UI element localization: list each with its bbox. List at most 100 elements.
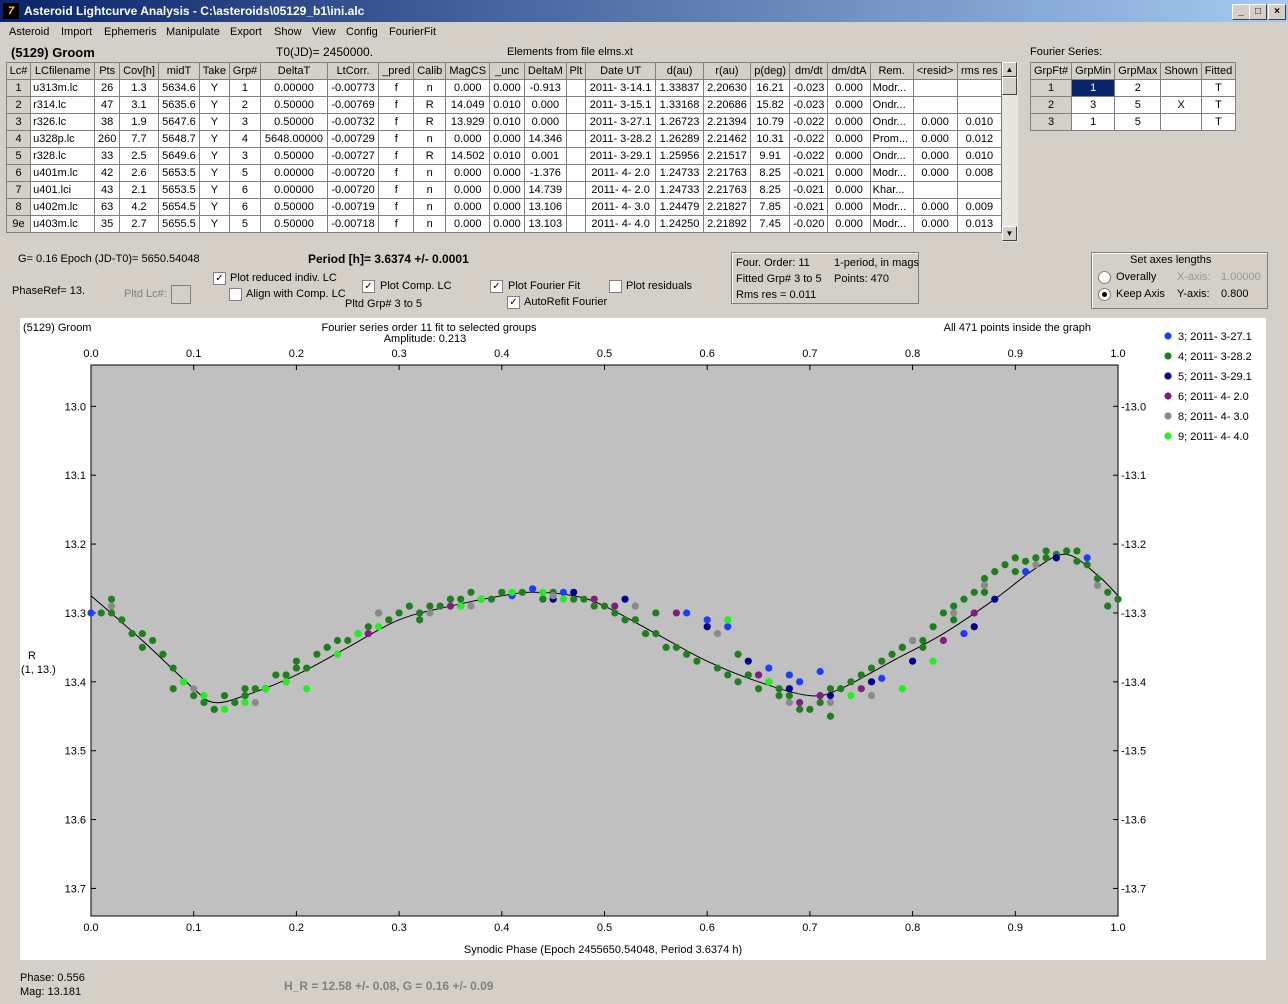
table-cell[interactable]: 1.24733 xyxy=(655,181,704,199)
table-cell[interactable]: 0.010 xyxy=(956,113,1003,131)
table-cell[interactable]: 1.9 xyxy=(119,113,160,131)
table-cell[interactable]: 0.010 xyxy=(489,96,525,114)
table-cell[interactable]: -1.376 xyxy=(523,164,567,182)
table-cell[interactable] xyxy=(1160,113,1202,131)
table-row[interactable]: 5 r328.lc 33 2.5 5649.6 Y 3 0.50000 -0.00727 f R 14… xyxy=(5,147,1003,165)
table-cell[interactable]: 2011- 4- 2.0 xyxy=(584,181,657,199)
table-cell[interactable]: 3.1 xyxy=(119,96,160,114)
table-cell[interactable]: 13.929 xyxy=(445,113,491,131)
column-header[interactable]: Date UT xyxy=(584,62,657,80)
table-cell[interactable]: 0.000 xyxy=(489,198,525,216)
maximize-button[interactable]: □ xyxy=(1249,4,1267,20)
table-cell[interactable]: u328p.lc xyxy=(30,130,96,148)
table-cell[interactable]: 6 xyxy=(228,181,262,199)
table-cell[interactable]: f xyxy=(378,164,415,182)
table-cell[interactable]: 14.739 xyxy=(523,181,567,199)
column-header[interactable]: midT xyxy=(158,62,200,80)
table-cell[interactable]: 14.346 xyxy=(523,130,567,148)
table-cell[interactable]: -0.00718 xyxy=(326,215,380,233)
table-cell[interactable]: 0.000 xyxy=(523,113,567,131)
column-header[interactable]: Pts xyxy=(94,62,121,80)
table-scrollbar[interactable]: ▲ ▼ xyxy=(1002,62,1018,242)
table-row[interactable]: 2 r314.lc 47 3.1 5635.6 Y 2 0.50000 -0.00769 f R 14… xyxy=(5,96,1003,114)
table-cell[interactable]: 3 xyxy=(5,113,32,131)
table-cell[interactable] xyxy=(565,147,586,165)
table-cell[interactable]: 2.21763 xyxy=(702,181,752,199)
table-row[interactable]: 4 u328p.lc 260 7.7 5648.7 Y 4 5648.00000 -0.0072… xyxy=(5,130,1003,148)
table-cell[interactable]: 2011- 3-15.1 xyxy=(584,96,657,114)
table-cell[interactable]: 0.000 xyxy=(912,113,958,131)
table-cell[interactable] xyxy=(565,113,586,131)
table-cell[interactable]: 2.1 xyxy=(119,181,160,199)
table-cell[interactable]: 2.21892 xyxy=(702,215,752,233)
table-cell[interactable]: 0.000 xyxy=(445,164,491,182)
table-cell[interactable]: 1.33837 xyxy=(655,79,704,97)
table-cell[interactable]: 7 xyxy=(5,181,32,199)
table-cell[interactable] xyxy=(956,79,1003,97)
lightcurve-table[interactable]: Lc# LCfilename Pts Cov[h] midT Take Grp# DeltaT… xyxy=(5,62,1003,233)
table-row[interactable]: 3 r326.lc 38 1.9 5647.6 Y 3 0.50000 -0.00732 f R 13… xyxy=(5,113,1003,131)
table-row[interactable]: 8 u402m.lc 63 4.2 5654.5 Y 6 0.50000 -0.00719 f n 0… xyxy=(5,198,1003,216)
table-cell[interactable]: f xyxy=(378,79,415,97)
table-cell[interactable] xyxy=(565,181,586,199)
table-cell[interactable]: 0.000 xyxy=(445,198,491,216)
table-cell[interactable]: 2.21827 xyxy=(702,198,752,216)
column-header[interactable]: dm/dt xyxy=(789,62,829,80)
table-cell[interactable]: 0.000 xyxy=(912,198,958,216)
table-cell[interactable]: 1.24479 xyxy=(655,198,704,216)
table-cell[interactable]: f xyxy=(378,147,415,165)
table-cell[interactable]: 2.20630 xyxy=(702,79,752,97)
column-header[interactable]: LtCorr. xyxy=(326,62,380,80)
table-cell[interactable]: 0.010 xyxy=(956,147,1003,165)
table-cell[interactable]: -0.00719 xyxy=(326,198,380,216)
table-cell[interactable]: 3 xyxy=(1071,96,1116,114)
table-cell[interactable]: Y xyxy=(198,181,230,199)
table-cell[interactable]: f xyxy=(378,130,415,148)
table-cell[interactable]: R xyxy=(413,96,447,114)
table-cell[interactable]: 5 xyxy=(228,215,262,233)
table-cell[interactable]: 0.000 xyxy=(489,215,525,233)
table-cell[interactable]: 0.00000 xyxy=(260,79,328,97)
table-cell[interactable]: Y xyxy=(198,215,230,233)
table-cell[interactable]: 5 xyxy=(1114,113,1162,131)
table-cell[interactable]: 0.00000 xyxy=(260,164,328,182)
table-cell[interactable]: 0.000 xyxy=(827,181,871,199)
table-cell[interactable]: 5634.6 xyxy=(158,79,200,97)
table-cell[interactable]: 3 xyxy=(228,147,262,165)
table-cell[interactable]: 42 xyxy=(94,164,121,182)
column-header[interactable]: DeltaM xyxy=(523,62,567,80)
table-cell[interactable]: -0.021 xyxy=(789,181,829,199)
table-cell[interactable]: 1 xyxy=(1029,79,1073,97)
table-cell[interactable]: f xyxy=(378,96,415,114)
table-cell[interactable]: -0.00720 xyxy=(326,164,380,182)
table-cell[interactable]: Modr... xyxy=(869,215,914,233)
table-cell[interactable]: 9.91 xyxy=(750,147,791,165)
table-cell[interactable] xyxy=(956,181,1003,199)
column-header[interactable]: Shown xyxy=(1160,62,1202,80)
menu-import[interactable]: Import xyxy=(61,26,92,38)
table-cell[interactable]: u402m.lc xyxy=(30,198,96,216)
table-cell[interactable]: 2011- 4- 4.0 xyxy=(584,215,657,233)
table-cell[interactable]: -0.00732 xyxy=(326,113,380,131)
table-cell[interactable]: Modr... xyxy=(869,164,914,182)
table-cell[interactable]: -0.022 xyxy=(789,147,829,165)
table-cell[interactable]: 5653.5 xyxy=(158,181,200,199)
table-cell[interactable]: Modr... xyxy=(869,198,914,216)
table-cell[interactable]: 7.85 xyxy=(750,198,791,216)
table-cell[interactable]: 0.000 xyxy=(827,96,871,114)
table-cell[interactable]: f xyxy=(378,198,415,216)
table-cell[interactable]: 9e xyxy=(5,215,32,233)
table-cell[interactable]: R xyxy=(413,113,447,131)
table-cell[interactable]: Y xyxy=(198,147,230,165)
menu-show[interactable]: Show xyxy=(274,26,302,38)
plot-comp-checkbox[interactable]: ✓ xyxy=(362,280,375,293)
table-cell[interactable]: Ondr... xyxy=(869,147,914,165)
table-cell[interactable]: 2.6 xyxy=(119,164,160,182)
table-cell[interactable]: 1.26723 xyxy=(655,113,704,131)
table-cell[interactable] xyxy=(565,164,586,182)
table-cell[interactable]: n xyxy=(413,164,447,182)
table-cell[interactable]: 2011- 4- 2.0 xyxy=(584,164,657,182)
table-cell[interactable]: 2 xyxy=(1029,96,1073,114)
table-cell[interactable]: 15.82 xyxy=(750,96,791,114)
autorefit-checkbox[interactable]: ✓ xyxy=(507,296,520,309)
